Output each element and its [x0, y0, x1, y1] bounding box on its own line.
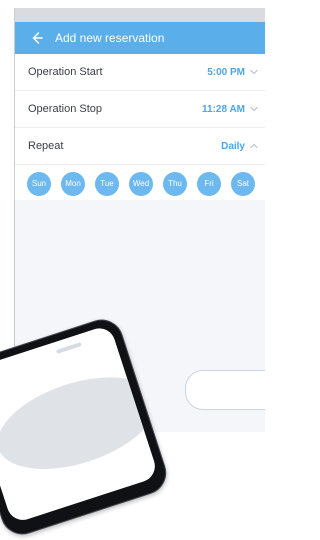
operation-start-value: 5:00 PM [207, 67, 259, 78]
weekday-selector: Sun Mon Tue Wed Thu Fri Sat [15, 165, 265, 203]
day-chip-sat[interactable]: Sat [231, 171, 255, 196]
app-bar: Add new reservation [15, 22, 265, 54]
phone-content-shape [0, 359, 160, 487]
phone-notch [55, 342, 82, 354]
operation-stop-label: Operation Stop [28, 103, 102, 115]
operation-stop-value: 11:28 AM [202, 104, 259, 115]
repeat-row[interactable]: Repeat Daily [15, 128, 265, 165]
day-chip-thu[interactable]: Thu [163, 171, 187, 196]
day-chip-mon[interactable]: Mon [61, 171, 85, 196]
arrow-left-icon[interactable] [29, 30, 45, 46]
status-bar [15, 8, 265, 22]
reservation-settings-list: Operation Start 5:00 PM Operation Stop 1… [15, 54, 265, 165]
operation-start-row[interactable]: Operation Start 5:00 PM [15, 54, 265, 91]
day-chip-wed[interactable]: Wed [129, 171, 153, 196]
chevron-down-icon [249, 104, 259, 114]
day-chip-tue[interactable]: Tue [95, 171, 119, 196]
page-title: Add new reservation [55, 31, 165, 45]
operation-stop-row[interactable]: Operation Stop 11:28 AM [15, 91, 265, 128]
day-chip-sun[interactable]: Sun [27, 171, 51, 196]
confirm-button[interactable] [185, 370, 265, 410]
repeat-value: Daily [221, 141, 259, 152]
chevron-up-icon [249, 141, 259, 151]
repeat-label: Repeat [28, 140, 64, 152]
day-chip-fri[interactable]: Fri [197, 171, 221, 196]
operation-start-label: Operation Start [28, 66, 103, 78]
chevron-down-icon [249, 67, 259, 77]
